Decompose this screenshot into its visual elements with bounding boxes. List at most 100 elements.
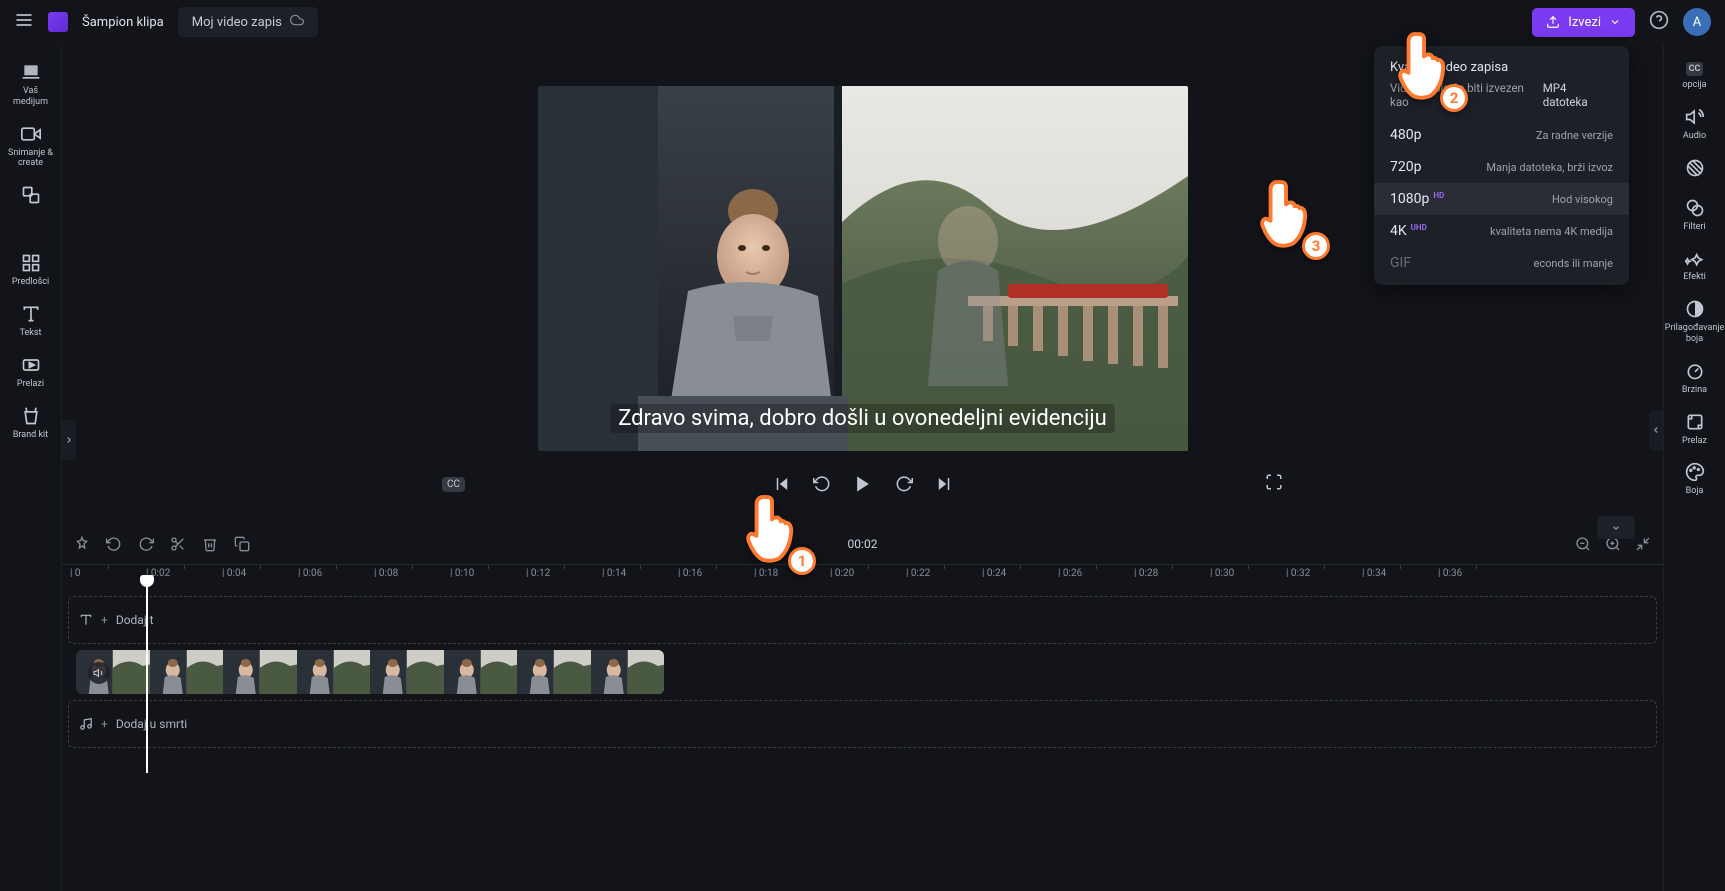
video-track[interactable]: [68, 648, 1657, 696]
ruler-tick: | 0:24: [982, 568, 1006, 579]
text-track[interactable]: + Dodaj t: [68, 596, 1657, 644]
sidebar-item-label: Brand kit: [13, 430, 48, 441]
text-icon: [79, 613, 93, 627]
export-option-720p[interactable]: 720pManja datoteka, brži izvoz: [1374, 151, 1629, 183]
export-button-label: Izvezi: [1568, 15, 1601, 30]
prev-frame-button[interactable]: [773, 475, 791, 493]
ruler-tick: | 0:30: [1210, 568, 1234, 579]
rsidebar-item-color[interactable]: Boja: [1667, 454, 1723, 505]
video-clip[interactable]: [76, 650, 664, 694]
sidebar-item-label: Predlošci: [12, 277, 49, 288]
split-button[interactable]: [170, 536, 186, 552]
skip-fwd-button[interactable]: [895, 475, 913, 493]
left-sidebar: Vaš medijum Snimanje & create Predlošci …: [0, 44, 62, 891]
timeline-collapse[interactable]: [1597, 516, 1635, 539]
rsidebar-item-audio[interactable]: Audio: [1667, 99, 1723, 150]
rsidebar-item-label: opcija: [1682, 80, 1706, 91]
rsidebar-item-filters[interactable]: Filteri: [1667, 190, 1723, 241]
video-preview[interactable]: Zdravo svima, dobro došli u ovonedeljni …: [538, 86, 1188, 451]
export-option-GIF[interactable]: GIFeconds ili manje: [1374, 247, 1629, 279]
sidebar-item-brandkit[interactable]: Brand kit: [3, 398, 59, 449]
zoom-out-button[interactable]: [1575, 536, 1591, 552]
rsidebar-item-label: Prilagođavanje boja: [1665, 323, 1724, 345]
fullscreen-button[interactable]: [1265, 473, 1283, 495]
topbar: Šampion klipa Moj video zapis Izvezi A: [0, 0, 1725, 44]
ruler-tick: | 0:20: [830, 568, 854, 579]
cc-toggle[interactable]: CC: [442, 477, 465, 492]
sidebar-item-layers[interactable]: [3, 177, 59, 217]
sidebar-item-templates[interactable]: Predlošci: [3, 245, 59, 296]
tutorial-pointer-2: 2: [1396, 30, 1454, 106]
ruler-tick: | 0:04: [222, 568, 246, 579]
ruler-tick: | 0:14: [602, 568, 626, 579]
rsidebar-item-label: Audio: [1683, 131, 1706, 142]
rsidebar-item-label: Prelaz: [1682, 436, 1707, 447]
play-button[interactable]: [853, 474, 873, 494]
rsidebar-item-fade[interactable]: [1667, 150, 1723, 190]
zoom-fit-button[interactable]: [1635, 536, 1651, 552]
ruler-tick: | 0:28: [1134, 568, 1158, 579]
ruler-tick: | 0:36: [1438, 568, 1462, 579]
rsidebar-item-label: Boja: [1686, 486, 1704, 497]
rsidebar-item-effects[interactable]: Efekti: [1667, 240, 1723, 291]
export-button[interactable]: Izvezi: [1532, 8, 1635, 37]
sidebar-item-record[interactable]: Snimanje & create: [3, 116, 59, 178]
ruler-tick: | 0:32: [1286, 568, 1310, 579]
export-option-480p[interactable]: 480pZa radne verzije: [1374, 119, 1629, 151]
redo-button[interactable]: [138, 536, 154, 552]
duplicate-button[interactable]: [234, 536, 250, 552]
export-option-1080p[interactable]: 1080pHDHod visokog: [1374, 183, 1629, 215]
hamburger-menu-icon[interactable]: [14, 10, 34, 34]
sidebar-item-label: Vaš medijum: [5, 86, 57, 108]
rsidebar-item-label: Filteri: [1683, 222, 1705, 233]
sidebar-item-media[interactable]: Vaš medijum: [3, 54, 59, 116]
music-track[interactable]: + Dodaj u smrti: [68, 700, 1657, 748]
cc-icon: CC: [1686, 62, 1704, 76]
user-avatar[interactable]: A: [1683, 8, 1711, 36]
tutorial-pointer-1: 1: [744, 493, 802, 569]
timeline-toolbar: 00:02: [62, 524, 1663, 564]
rsidebar-item-label: Efekti: [1683, 272, 1706, 283]
music-track-label: Dodaj u smrti: [116, 717, 187, 731]
ruler-tick: | 0:18: [754, 568, 778, 579]
skip-back-button[interactable]: [813, 475, 831, 493]
right-sidebar: CC opcija Audio Filteri Efekti Prilagođa…: [1663, 44, 1725, 891]
delete-button[interactable]: [202, 536, 218, 552]
ruler-tick: | 0:26: [1058, 568, 1082, 579]
help-icon[interactable]: [1649, 10, 1669, 34]
rsidebar-item-speed[interactable]: Brzina: [1667, 353, 1723, 404]
timecode: 00:02: [848, 537, 878, 551]
cloud-sync-icon: [290, 13, 304, 31]
sidebar-item-label: Tekst: [20, 328, 42, 339]
next-frame-button[interactable]: [935, 475, 953, 493]
project-name-pill[interactable]: Moj video zapis: [178, 7, 318, 37]
music-icon: [79, 717, 93, 731]
ruler-tick: | 0:10: [450, 568, 474, 579]
ruler-tick: | 0:34: [1362, 568, 1386, 579]
chevron-down-icon: [1609, 16, 1621, 28]
plus-icon: +: [101, 717, 108, 731]
playhead[interactable]: [146, 583, 148, 773]
sidebar-item-transitions[interactable]: Prelazi: [3, 347, 59, 398]
clip-audio-icon[interactable]: [88, 662, 110, 684]
export-option-4K[interactable]: 4KUHDkvaliteta nema 4K medija: [1374, 215, 1629, 247]
champion-label: Šampion klipa: [82, 15, 164, 30]
ruler-tick: | 0:16: [678, 568, 702, 579]
timeline-ruler[interactable]: | 0| 0:02| 0:04| 0:06| 0:08| 0:10| 0:12|…: [62, 564, 1663, 586]
auto-button[interactable]: [74, 536, 90, 552]
project-name-text: Moj video zapis: [192, 15, 282, 30]
plus-icon: +: [101, 613, 108, 627]
rsidebar-item-captions[interactable]: CC opcija: [1667, 54, 1723, 99]
ruler-tick: | 0: [70, 568, 81, 579]
rsidebar-item-coloradjust[interactable]: Prilagođavanje boja: [1667, 291, 1723, 353]
timeline: 00:02 | 0| 0:02| 0:04| 0:06| 0:08| 0:10|…: [62, 524, 1663, 891]
tutorial-pointer-3: 3: [1258, 178, 1316, 254]
ruler-tick: | 0:22: [906, 568, 930, 579]
undo-button[interactable]: [106, 536, 122, 552]
subtitle-text: Zdravo svima, dobro došli u ovonedeljni …: [610, 404, 1115, 433]
ruler-tick: | 0:08: [374, 568, 398, 579]
rsidebar-item-label: Brzina: [1682, 385, 1707, 396]
sidebar-item-label: Prelazi: [17, 379, 44, 390]
rsidebar-item-transition[interactable]: Prelaz: [1667, 404, 1723, 455]
sidebar-item-text[interactable]: Tekst: [3, 296, 59, 347]
